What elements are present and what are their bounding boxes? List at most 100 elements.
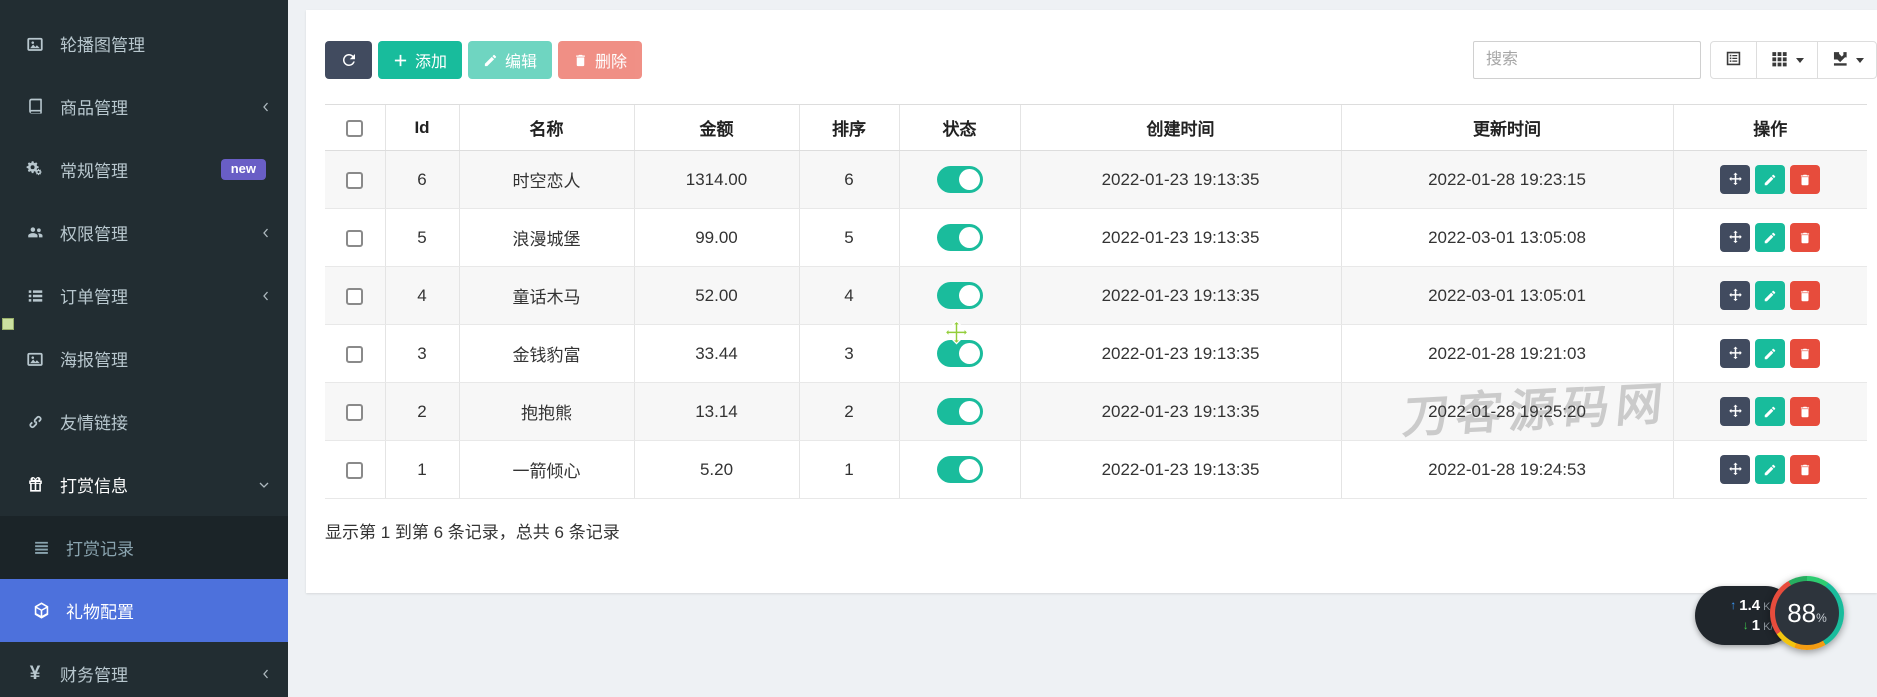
sidebar-item-permissions[interactable]: 权限管理 — [0, 201, 288, 264]
add-button[interactable]: 添加 — [378, 41, 462, 79]
row-move-button[interactable] — [1720, 165, 1750, 194]
cell-id: 4 — [385, 267, 459, 325]
row-move-button[interactable] — [1720, 223, 1750, 252]
table-row: 5浪漫城堡99.0052022-01-23 19:13:352022-03-01… — [325, 209, 1867, 267]
export-button[interactable] — [1817, 41, 1877, 79]
sidebar-item-reward-records[interactable]: 打赏记录 — [0, 516, 288, 579]
move-cursor-icon — [943, 320, 970, 352]
row-edit-button[interactable] — [1755, 223, 1785, 252]
yen-icon: ¥ — [22, 664, 48, 684]
cell-id: 6 — [385, 151, 459, 209]
status-toggle[interactable] — [937, 224, 983, 251]
cell-created: 2022-01-23 19:13:35 — [1020, 267, 1341, 325]
row-delete-button[interactable] — [1790, 339, 1820, 368]
cell-sort: 4 — [799, 267, 899, 325]
down-arrow-icon: ↓ — [1743, 618, 1749, 632]
pencil-icon — [483, 53, 498, 68]
sidebar-item-reward-info[interactable]: 打赏信息 — [0, 453, 288, 516]
add-button-label: 添加 — [415, 48, 447, 72]
image-icon — [22, 34, 48, 54]
percent-gauge[interactable]: 88 % — [1770, 576, 1844, 650]
table-row: 6时空恋人1314.0062022-01-23 19:13:352022-01-… — [325, 151, 1867, 209]
col-header-updated: 更新时间 — [1341, 105, 1673, 151]
cell-updated: 2022-03-01 13:05:01 — [1341, 267, 1673, 325]
cell-created: 2022-01-23 19:13:35 — [1020, 383, 1341, 441]
sidebar: 轮播图管理 商品管理 常规管理 new 权限管理 — [0, 0, 288, 697]
status-toggle[interactable] — [937, 456, 983, 483]
cell-sort: 5 — [799, 209, 899, 267]
plus-icon — [393, 53, 408, 68]
col-header-created: 创建时间 — [1020, 105, 1341, 151]
sidebar-item-finance[interactable]: ¥ 财务管理 — [0, 642, 288, 697]
row-edit-button[interactable] — [1755, 281, 1785, 310]
select-all-checkbox[interactable] — [346, 120, 363, 137]
row-checkbox[interactable] — [346, 346, 363, 363]
row-move-button[interactable] — [1720, 455, 1750, 484]
row-actions — [1674, 397, 1868, 426]
sidebar-item-carousel[interactable]: 轮播图管理 — [0, 12, 288, 75]
row-checkbox[interactable] — [346, 404, 363, 421]
row-edit-button[interactable] — [1755, 455, 1785, 484]
sidebar-item-gift-config[interactable]: 礼物配置 — [0, 579, 288, 642]
data-table: Id 名称 金额 排序 状态 创建时间 更新时间 操作 6时空恋人1314.00… — [325, 104, 1867, 499]
cell-name: 金钱豹富 — [459, 325, 634, 383]
percent-unit: % — [1816, 611, 1827, 625]
cell-name: 时空恋人 — [459, 151, 634, 209]
row-checkbox[interactable] — [346, 230, 363, 247]
row-move-button[interactable] — [1720, 397, 1750, 426]
row-checkbox[interactable] — [346, 172, 363, 189]
cell-created: 2022-01-23 19:13:35 — [1020, 209, 1341, 267]
cell-amount: 13.14 — [634, 383, 799, 441]
status-toggle[interactable] — [937, 282, 983, 309]
cell-created: 2022-01-23 19:13:35 — [1020, 151, 1341, 209]
status-toggle[interactable] — [937, 166, 983, 193]
col-header-amount: 金额 — [634, 105, 799, 151]
columns-button[interactable] — [1756, 41, 1818, 79]
row-move-button[interactable] — [1720, 339, 1750, 368]
card-view-button[interactable] — [1710, 41, 1757, 79]
delete-button[interactable]: 删除 — [558, 41, 642, 79]
row-actions — [1674, 455, 1868, 484]
row-delete-button[interactable] — [1790, 223, 1820, 252]
cell-updated: 2022-01-28 19:24:53 — [1341, 441, 1673, 499]
lines-icon — [28, 538, 54, 558]
sidebar-item-goods[interactable]: 商品管理 — [0, 75, 288, 138]
sidebar-item-label: 打赏信息 — [60, 472, 128, 497]
refresh-button[interactable] — [325, 41, 372, 79]
row-delete-button[interactable] — [1790, 397, 1820, 426]
cell-name: 一箭倾心 — [459, 441, 634, 499]
percent-gauge-face: 88 % — [1775, 581, 1839, 645]
col-header-id: Id — [385, 105, 459, 151]
row-edit-button[interactable] — [1755, 397, 1785, 426]
row-edit-button[interactable] — [1755, 165, 1785, 194]
sidebar-item-posters[interactable]: 海报管理 — [0, 327, 288, 390]
search-input[interactable] — [1473, 41, 1701, 79]
toolbar: 添加 编辑 删除 — [325, 41, 1877, 79]
row-delete-button[interactable] — [1790, 281, 1820, 310]
cell-name: 浪漫城堡 — [459, 209, 634, 267]
sidebar-item-general[interactable]: 常规管理 new — [0, 138, 288, 201]
row-edit-button[interactable] — [1755, 339, 1785, 368]
sidebar-item-label: 商品管理 — [60, 94, 128, 119]
sidebar-item-label: 常规管理 — [60, 157, 128, 182]
cell-updated: 2022-01-28 19:21:03 — [1341, 325, 1673, 383]
cell-amount: 99.00 — [634, 209, 799, 267]
book-icon — [22, 97, 48, 117]
row-checkbox[interactable] — [346, 462, 363, 479]
row-move-button[interactable] — [1720, 281, 1750, 310]
content-card: 添加 编辑 删除 — [306, 10, 1877, 593]
col-header-sort: 排序 — [799, 105, 899, 151]
row-actions — [1674, 339, 1868, 368]
cell-sort: 1 — [799, 441, 899, 499]
cell-id: 2 — [385, 383, 459, 441]
row-actions — [1674, 281, 1868, 310]
chevron-left-icon — [260, 99, 272, 115]
status-toggle[interactable] — [937, 398, 983, 425]
row-delete-button[interactable] — [1790, 455, 1820, 484]
edit-button[interactable]: 编辑 — [468, 41, 552, 79]
row-delete-button[interactable] — [1790, 165, 1820, 194]
row-checkbox[interactable] — [346, 288, 363, 305]
sidebar-item-orders[interactable]: 订单管理 — [0, 264, 288, 327]
cell-created: 2022-01-23 19:13:35 — [1020, 441, 1341, 499]
sidebar-item-links[interactable]: 友情链接 — [0, 390, 288, 453]
